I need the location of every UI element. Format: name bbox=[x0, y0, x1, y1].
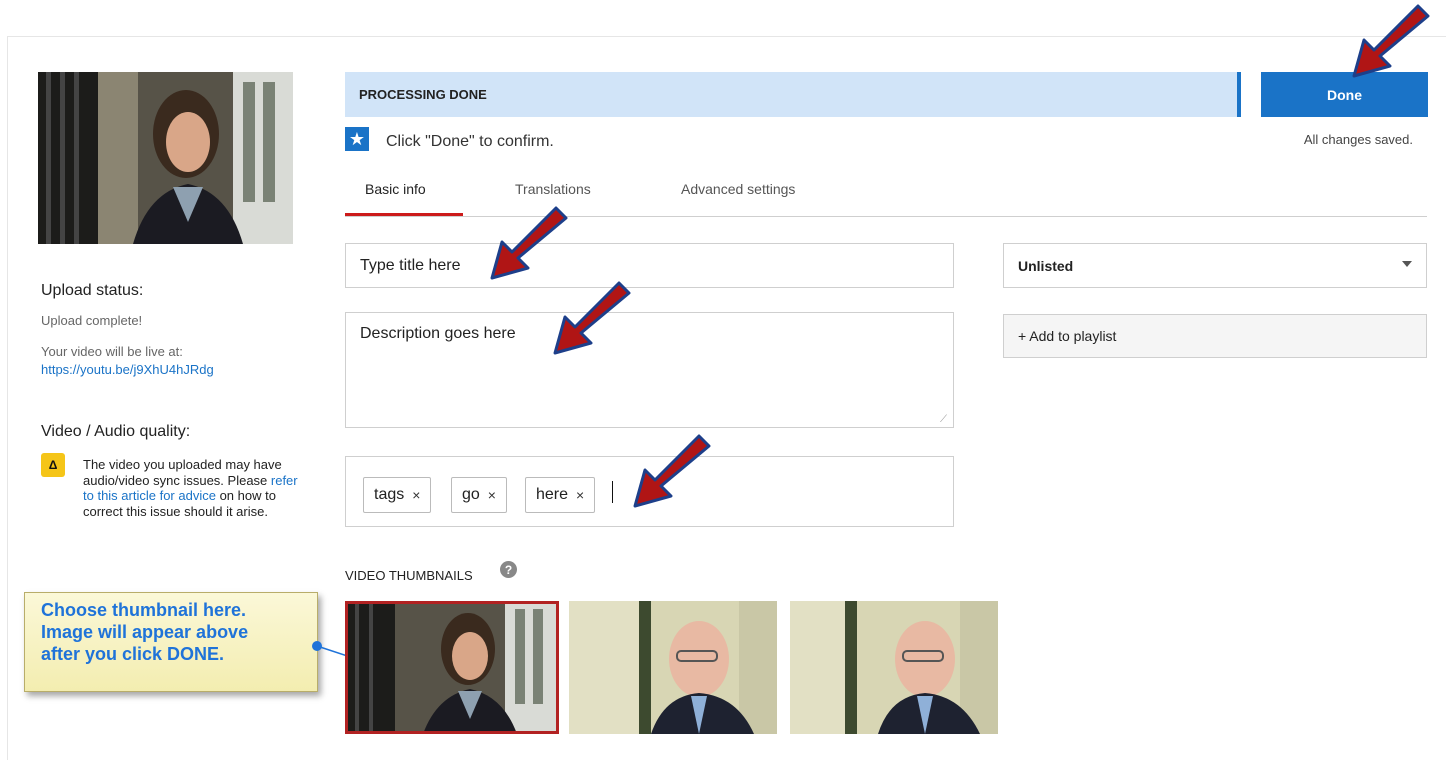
privacy-select[interactable]: Unlisted bbox=[1003, 243, 1427, 288]
tab-basic-info[interactable]: Basic info bbox=[365, 181, 426, 197]
add-to-playlist-button[interactable]: + Add to playlist bbox=[1003, 314, 1427, 358]
quality-warning-text: The video you uploaded may have audio/vi… bbox=[83, 457, 303, 519]
tag-label: tags bbox=[374, 486, 405, 503]
top-band bbox=[0, 0, 1446, 36]
description-input[interactable]: Description goes here bbox=[345, 312, 954, 428]
thumbnail-image bbox=[790, 601, 998, 734]
privacy-value: Unlisted bbox=[1018, 257, 1074, 274]
saved-status: All changes saved. bbox=[1303, 132, 1413, 147]
remove-tag-icon[interactable]: × bbox=[412, 487, 420, 503]
remove-tag-icon[interactable]: × bbox=[576, 487, 584, 503]
thumbnail-callout: Choose thumbnail here. Image will appear… bbox=[24, 592, 318, 692]
remove-tag-icon[interactable]: × bbox=[488, 487, 496, 503]
thumbnail-option-3[interactable] bbox=[790, 601, 998, 734]
text-caret bbox=[612, 481, 613, 503]
tag-chip: tags × bbox=[363, 477, 432, 513]
thumbnail-image bbox=[569, 601, 777, 734]
tag-label: here bbox=[536, 486, 569, 503]
tag-chip: here × bbox=[525, 477, 596, 513]
thumbnails-label: VIDEO THUMBNAILS bbox=[345, 568, 473, 583]
confirm-message: Click "Done" to confirm. bbox=[386, 133, 554, 150]
tab-advanced-settings[interactable]: Advanced settings bbox=[681, 181, 795, 197]
quality-heading: Video / Audio quality: bbox=[41, 423, 191, 440]
title-input[interactable] bbox=[345, 243, 954, 288]
guide-arrow-done bbox=[1352, 4, 1430, 78]
help-icon[interactable]: ? bbox=[500, 561, 517, 578]
tag-chip: go × bbox=[451, 477, 507, 513]
video-preview-image bbox=[38, 72, 293, 244]
thumbnail-option-2[interactable] bbox=[569, 601, 777, 734]
star-icon: ★ bbox=[345, 127, 369, 151]
guide-arrow-tags bbox=[633, 434, 711, 508]
chevron-down-icon bbox=[1402, 261, 1412, 267]
tag-label: go bbox=[462, 486, 480, 503]
live-at-text: Your video will be live at: bbox=[41, 344, 183, 359]
thumbnail-image bbox=[345, 601, 559, 734]
processing-status-bar: PROCESSING DONE bbox=[345, 72, 1241, 117]
active-tab-indicator bbox=[345, 213, 463, 216]
warning-text-part1: The video you uploaded may have audio/vi… bbox=[83, 457, 282, 488]
video-preview[interactable] bbox=[38, 72, 293, 244]
video-url-link[interactable]: https://youtu.be/j9XhU4hJRdg bbox=[41, 362, 214, 377]
upload-status-text: Upload complete! bbox=[41, 313, 143, 328]
callout-line: after you click DONE. bbox=[41, 644, 225, 664]
warning-icon: Δ bbox=[41, 453, 65, 477]
upload-status-heading: Upload status: bbox=[41, 282, 144, 299]
callout-line: Image will appear above bbox=[41, 622, 249, 642]
guide-arrow-title bbox=[490, 206, 568, 280]
tab-translations[interactable]: Translations bbox=[515, 181, 591, 197]
guide-arrow-description bbox=[553, 281, 631, 355]
thumbnail-option-1[interactable] bbox=[345, 601, 559, 734]
resize-handle-icon[interactable]: ⟋ bbox=[940, 414, 952, 426]
callout-line: Choose thumbnail here. bbox=[41, 600, 247, 620]
